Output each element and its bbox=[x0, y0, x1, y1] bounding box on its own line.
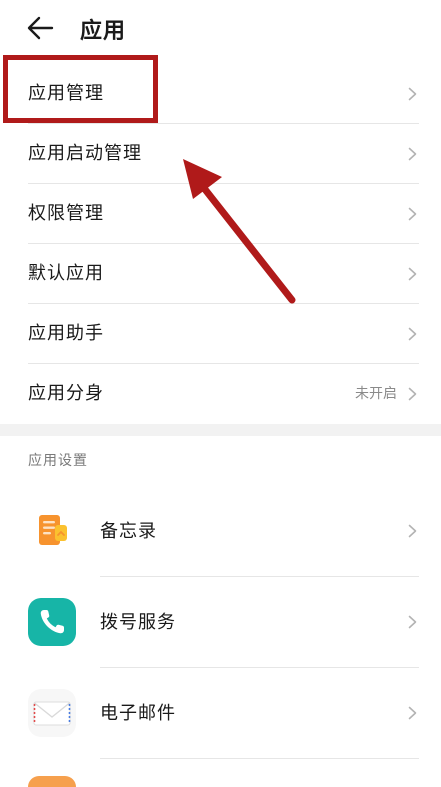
top-app-bar: 应用 bbox=[0, 0, 441, 56]
menu-item-default-apps[interactable]: 默认应用 bbox=[0, 244, 441, 304]
page-title: 应用 bbox=[80, 19, 127, 44]
arrow-left-icon[interactable] bbox=[26, 14, 56, 42]
chevron-right-icon bbox=[408, 615, 417, 629]
app-item-notes[interactable]: 备忘录 bbox=[0, 486, 441, 577]
app-menu-list: 应用管理 应用启动管理 权限管理 默认应用 应用助手 应用分身 未开启 bbox=[0, 64, 441, 424]
app-icon-partial bbox=[28, 776, 76, 787]
menu-item-app-twin[interactable]: 应用分身 未开启 bbox=[0, 364, 441, 424]
app-item-label: 备忘录 bbox=[100, 521, 157, 542]
envelope-icon bbox=[28, 689, 76, 737]
app-item-dialer[interactable]: 拨号服务 bbox=[0, 577, 441, 668]
menu-item-label: 应用分身 bbox=[28, 383, 104, 404]
chevron-right-icon bbox=[408, 706, 417, 720]
chevron-right-icon bbox=[408, 87, 417, 101]
section-gap bbox=[0, 424, 441, 436]
menu-item-label: 应用启动管理 bbox=[28, 143, 142, 164]
chevron-right-icon bbox=[408, 267, 417, 281]
app-item-label: 拨号服务 bbox=[100, 612, 176, 633]
chevron-right-icon bbox=[408, 147, 417, 161]
app-item-label: 电子邮件 bbox=[100, 703, 176, 724]
phone-icon bbox=[28, 598, 76, 646]
divider bbox=[100, 758, 419, 759]
chevron-right-icon bbox=[408, 207, 417, 221]
menu-item-app-management[interactable]: 应用管理 bbox=[0, 64, 441, 124]
section-title: 应用设置 bbox=[28, 453, 88, 469]
app-item-email[interactable]: 电子邮件 bbox=[0, 668, 441, 759]
menu-item-label: 权限管理 bbox=[28, 203, 104, 224]
chevron-right-icon bbox=[408, 387, 417, 401]
menu-item-app-assistant[interactable]: 应用助手 bbox=[0, 304, 441, 364]
menu-item-permission-management[interactable]: 权限管理 bbox=[0, 184, 441, 244]
app-settings-list: 备忘录 拨号服务 电子邮件 bbox=[0, 486, 441, 759]
status-value: 未开启 bbox=[355, 386, 397, 402]
menu-item-label: 默认应用 bbox=[28, 263, 104, 284]
menu-item-label: 应用管理 bbox=[28, 83, 104, 104]
menu-item-label: 应用助手 bbox=[28, 323, 104, 344]
chevron-right-icon bbox=[408, 327, 417, 341]
chevron-right-icon bbox=[408, 524, 417, 538]
notepad-icon bbox=[28, 507, 76, 555]
menu-item-app-launch-management[interactable]: 应用启动管理 bbox=[0, 124, 441, 184]
